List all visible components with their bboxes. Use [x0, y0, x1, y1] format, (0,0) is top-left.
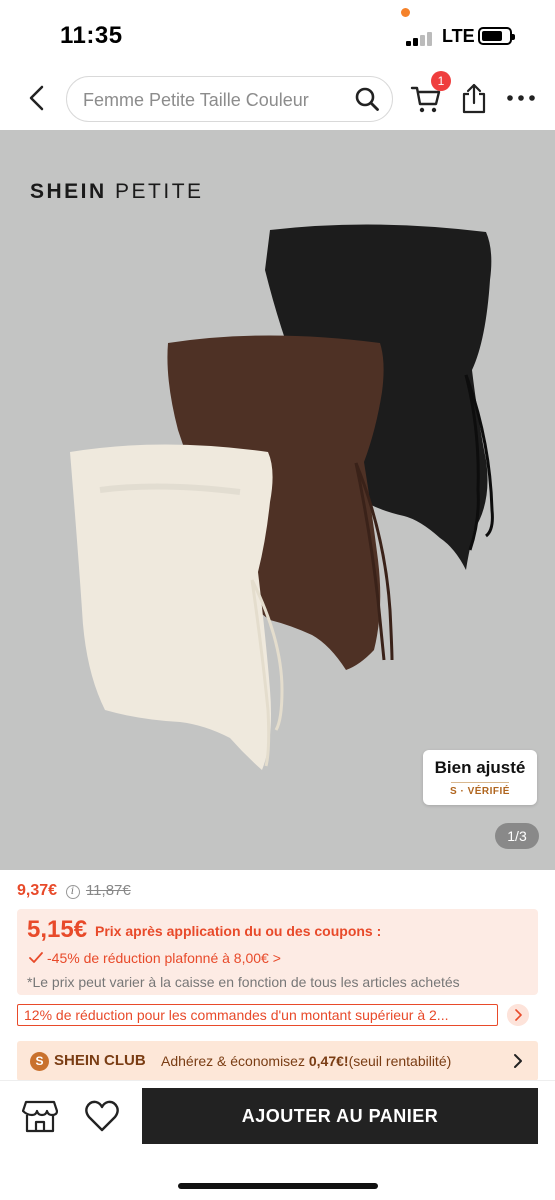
cart-count-badge: 1 [431, 71, 451, 91]
original-price: 11,87€ [85, 882, 131, 899]
status-bar: 11:35 LTE [0, 0, 555, 68]
status-time: 11:35 [60, 22, 123, 49]
heart-icon[interactable] [84, 1099, 120, 1133]
product-image-carousel[interactable]: SHEIN PETITE Bien ajusté S · VÉRIFIÉ 1/3 [0, 130, 555, 870]
price-row: 9,37€ i 11,87€ [17, 882, 131, 904]
coupon-label: Prix après application du ou des coupons… [95, 923, 382, 939]
promo-banner[interactable]: 12% de réduction pour les commandes d'un… [17, 1004, 498, 1026]
price-disclaimer: *Le prix peut varier à la caisse en fonc… [27, 974, 460, 990]
info-icon[interactable]: i [65, 885, 80, 899]
fit-badge-title: Bien ajusté [434, 758, 526, 777]
nav-bar: Femme Petite Taille Couleur 1 [0, 68, 555, 130]
club-logo-icon: S [30, 1052, 49, 1071]
image-page-indicator: 1/3 [495, 823, 539, 849]
coupon-discount-link[interactable]: -45% de réduction plafonné à 8,00€ > [29, 950, 281, 966]
badge-divider [451, 782, 509, 783]
promo-text: 12% de réduction pour les commandes d'un… [24, 1007, 449, 1023]
recording-dot-icon [401, 8, 410, 17]
share-icon[interactable] [460, 82, 488, 114]
bottom-action-bar: AJOUTER AU PANIER [0, 1080, 555, 1200]
coupon-price-box: 5,15€ Prix après application du ou des c… [17, 909, 538, 995]
chevron-right-icon[interactable] [507, 1004, 529, 1026]
shein-club-banner[interactable]: S SHEIN CLUB Adhérez & économisez 0,47€!… [17, 1041, 538, 1081]
home-indicator [178, 1183, 378, 1189]
cream-top-garment [70, 444, 273, 770]
chevron-right-icon [514, 1054, 522, 1068]
more-options-icon[interactable] [506, 94, 536, 102]
search-input[interactable]: Femme Petite Taille Couleur [66, 76, 393, 122]
club-offer-text: Adhérez & économisez 0,47€!(seuil rentab… [161, 1053, 452, 1069]
club-name: SHEIN CLUB [54, 1052, 146, 1069]
add-to-cart-button[interactable]: AJOUTER AU PANIER [142, 1088, 538, 1144]
coupon-price: 5,15€ [27, 916, 88, 943]
back-arrow-icon[interactable] [24, 84, 52, 112]
current-price: 9,37€ [17, 882, 58, 899]
search-placeholder: Femme Petite Taille Couleur [83, 90, 309, 110]
search-icon[interactable] [354, 86, 380, 112]
fit-badge-subtitle: S · VÉRIFIÉ [450, 786, 510, 797]
network-type: LTE [442, 26, 475, 46]
store-icon[interactable] [22, 1099, 58, 1133]
battery-icon [478, 27, 515, 45]
fit-verified-badge[interactable]: Bien ajusté S · VÉRIFIÉ [423, 750, 537, 805]
check-icon [29, 952, 43, 963]
signal-icon [406, 30, 436, 46]
